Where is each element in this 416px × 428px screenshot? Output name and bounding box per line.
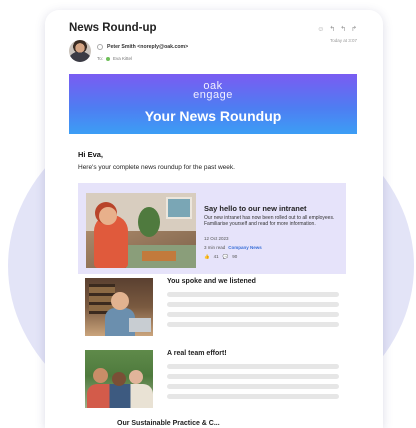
article-title[interactable]: You spoke and we listened (167, 278, 256, 285)
sender-avatar (69, 40, 91, 62)
reply-all-icon[interactable]: ↰ (340, 26, 346, 34)
placeholder-line (167, 374, 339, 379)
comment-icon[interactable]: 💬 (223, 254, 229, 260)
reply-icon[interactable]: ↰ (329, 26, 335, 34)
placeholder-line (167, 302, 339, 307)
featured-article-title[interactable]: Say hello to our new intranet (204, 204, 307, 213)
placeholder-line (167, 394, 339, 399)
placeholder-line (167, 384, 339, 389)
featured-article-stats: 👍 41 💬 90 (204, 254, 237, 260)
email-toolbar: ☺ ↰ ↰ ↱ (317, 26, 357, 34)
email-window: News Round-up ☺ ↰ ↰ ↱ Today at 3:07 Pete… (45, 10, 383, 428)
read-time: 3 min read (204, 245, 226, 250)
featured-article-image[interactable] (86, 193, 196, 268)
smiley-icon[interactable]: ☺ (317, 26, 324, 34)
intro-text: Here's your complete news roundup for th… (78, 164, 235, 171)
online-status-icon (106, 56, 111, 61)
partial-article-title[interactable]: Our Sustainable Practice & C... (117, 420, 220, 427)
email-timestamp: Today at 3:07 (329, 38, 357, 43)
oak-engage-logo: oak engage (69, 81, 357, 101)
email-subject: News Round-up (69, 22, 157, 34)
select-radio[interactable] (97, 44, 103, 50)
forward-icon[interactable]: ↱ (351, 26, 357, 34)
placeholder-line (167, 292, 339, 297)
article-item[interactable]: A real team effort! (85, 350, 345, 410)
banner-title: Your News Roundup (144, 108, 282, 124)
placeholder-line (167, 322, 339, 327)
article-image[interactable] (85, 350, 153, 408)
greeting: Hi Eva, (78, 150, 104, 159)
logo-line-2: engage (193, 89, 233, 101)
sender-name: Peter Smith <noreply@oak.com> (107, 44, 189, 50)
recipient-name: Eva Kittel (113, 56, 133, 61)
comment-count: 90 (232, 254, 238, 259)
featured-article-text: Our new intranet has now been rolled out… (204, 215, 335, 228)
placeholder-line (167, 312, 339, 317)
to-label: To: (97, 56, 104, 61)
recipient-row: To: Eva Kittel (97, 56, 132, 61)
like-icon[interactable]: 👍 (204, 254, 210, 260)
sender-row: Peter Smith <noreply@oak.com> (97, 44, 188, 50)
article-item[interactable]: You spoke and we listened (85, 278, 345, 338)
category-link[interactable]: Company News (228, 245, 262, 250)
featured-article[interactable]: Say hello to our new intranet Our new in… (78, 183, 346, 274)
article-title[interactable]: A real team effort! (167, 350, 227, 357)
newsletter-banner: oak engage Your News Roundup (69, 74, 357, 134)
like-count: 41 (213, 254, 219, 259)
placeholder-line (167, 364, 339, 369)
article-image[interactable] (85, 278, 153, 336)
featured-article-date: 12 Oct 2023 (204, 236, 229, 241)
featured-article-meta: 3 min read Company News (204, 245, 262, 250)
